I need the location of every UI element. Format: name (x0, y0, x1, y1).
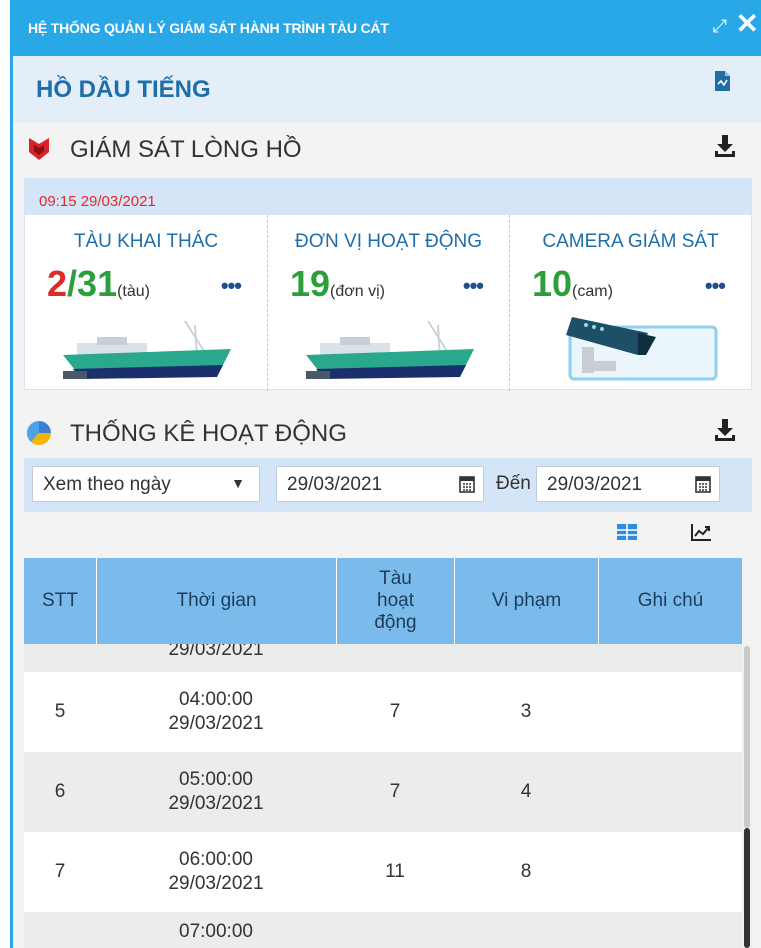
cell-time: 04:00:00 29/03/2021 (96, 672, 336, 752)
stat-title: CAMERA GIÁM SÁT (542, 231, 719, 252)
calendar-icon[interactable] (695, 475, 711, 493)
more-options-button[interactable]: ••• (705, 273, 726, 299)
cell-active-vessels: 7 (389, 701, 401, 722)
table-row[interactable]: 8 07:00:00 10 7 (24, 912, 742, 948)
window-titlebar: HỆ THỐNG QUẢN LÝ GIÁM SÁT HÀNH TRÌNH TÀU… (10, 0, 761, 56)
monitoring-card: 09:15 29/03/2021 TÀU KHAI THÁC 2/31(tàu)… (24, 178, 752, 391)
cell-stt: 6 (54, 781, 66, 802)
more-options-button[interactable]: ••• (463, 273, 484, 299)
cell-time-clock: 05:00:00 (179, 769, 253, 790)
stat-value: 2/31(tàu) (47, 263, 150, 305)
more-options-button[interactable]: ••• (221, 273, 242, 299)
stat-unit: (đơn vị) (330, 283, 385, 300)
cell-time: 06:00:00 29/03/2021 (96, 832, 336, 912)
view-mode-select[interactable]: Xem theo ngày ▼ (32, 466, 260, 502)
cell-notes (598, 752, 742, 832)
table-row[interactable]: 5 04:00:00 29/03/2021 7 3 (24, 672, 742, 752)
cell-time-clock: 06:00:00 (179, 849, 253, 870)
stat-unit: (cam) (572, 283, 613, 300)
cell-active-vessels: 11 (385, 861, 405, 882)
stat-value: 10(cam) (532, 263, 613, 305)
download-icon[interactable] (714, 134, 736, 158)
column-header-active-vessels[interactable]: Tàu hoạt động (336, 558, 454, 644)
expand-icon[interactable]: ⤢ (713, 16, 727, 37)
from-date-value: 29/03/2021 (287, 474, 383, 495)
column-header-violations[interactable]: Vi phạm (454, 558, 598, 644)
cell-violations: 4 (520, 781, 532, 802)
stat-value: 19(đơn vị) (290, 263, 385, 305)
monitoring-section-header: GIÁM SÁT LÒNG HỒ (26, 128, 736, 168)
table-view-icon[interactable] (616, 522, 638, 542)
stat-cameras: CAMERA GIÁM SÁT 10(cam) ••• (509, 215, 751, 391)
to-date-input[interactable]: 29/03/2021 (536, 466, 720, 502)
shield-icon (29, 138, 49, 160)
from-date-input[interactable]: 29/03/2021 (276, 466, 484, 502)
column-header-stt[interactable]: STT (24, 558, 96, 644)
download-icon[interactable] (714, 418, 736, 442)
scrollbar-track-upper (744, 646, 750, 828)
active-vessel-count: 2 (47, 263, 68, 304)
cell-time-date: 29/03/2021 (168, 873, 264, 894)
column-header-time[interactable]: Thời gian (96, 558, 336, 644)
cell-stt: 5 (54, 701, 66, 722)
scrollbar-thumb[interactable] (744, 828, 750, 948)
cell-violations: 8 (520, 861, 532, 882)
active-unit-count: 19 (290, 263, 331, 304)
stat-mining-vessels: TÀU KHAI THÁC 2/31(tàu) ••• (25, 215, 267, 391)
cell-notes (598, 832, 742, 912)
camera-count: 10 (532, 263, 573, 304)
to-date-label: Đến (496, 473, 531, 494)
cell-active-vessels: 7 (389, 781, 401, 802)
ship-illustration (306, 320, 474, 379)
chart-view-icon[interactable] (690, 522, 712, 542)
table-row[interactable]: 7 06:00:00 29/03/2021 11 8 (24, 832, 742, 912)
statistics-section-header: THỐNG KÊ HOẠT ĐỘNG (26, 412, 736, 452)
calendar-icon[interactable] (459, 475, 475, 493)
cell-violations: 3 (520, 701, 532, 722)
total-vessel-count: 31 (77, 263, 118, 304)
chevron-down-icon: ▼ (231, 475, 245, 491)
window-title: HỆ THỐNG QUẢN LÝ GIÁM SÁT HÀNH TRÌNH TÀU… (28, 20, 389, 36)
stat-title: TÀU KHAI THÁC (73, 231, 219, 252)
value-separator: / (67, 263, 78, 304)
document-icon[interactable] (713, 70, 731, 92)
cell-time-date: 29/03/2021 (168, 713, 264, 734)
cell-notes (598, 672, 742, 752)
lake-header: HỒ DẦU TIẾNG (13, 56, 761, 122)
stat-title: ĐƠN VỊ HOẠT ĐỘNG (295, 231, 482, 252)
table-row[interactable]: 29/03/2021 (24, 644, 742, 672)
monitoring-timestamp: 09:15 29/03/2021 (39, 193, 156, 210)
cell-stt: 8 (24, 912, 96, 948)
close-icon[interactable]: ✕ (736, 10, 759, 38)
view-mode-value: Xem theo ngày (43, 474, 171, 495)
table-row[interactable]: 6 05:00:00 29/03/2021 7 4 (24, 752, 742, 832)
cell-active-vessels: 10 (336, 912, 454, 948)
table-body[interactable]: 29/03/2021 5 04:00:00 29/03/2021 7 3 6 0… (24, 644, 742, 948)
pie-chart-icon (26, 420, 52, 446)
cell-violations: 7 (454, 912, 598, 948)
statistics-section-title: THỐNG KÊ HOẠT ĐỘNG (70, 420, 347, 447)
cell-notes (598, 912, 742, 948)
cell-stt: 7 (54, 861, 66, 882)
cell-time: 05:00:00 29/03/2021 (96, 752, 336, 832)
to-date-value: 29/03/2021 (547, 474, 643, 495)
monitoring-section-title: GIÁM SÁT LÒNG HỒ (70, 136, 302, 163)
camera-illustration (566, 317, 718, 381)
timestamp-strip: 09:15 29/03/2021 (25, 179, 751, 215)
cell-time-date: 29/03/2021 (168, 793, 264, 814)
ship-illustration (63, 320, 231, 379)
stat-active-units: ĐƠN VỊ HOẠT ĐỘNG 19(đơn vị) ••• (267, 215, 509, 391)
cell-time: 07:00:00 (96, 912, 336, 948)
cell-time: 29/03/2021 (168, 644, 264, 660)
column-header-notes[interactable]: Ghi chú (598, 558, 742, 644)
cell-time-clock: 04:00:00 (179, 689, 253, 710)
lake-name: HỒ DẦU TIẾNG (36, 76, 211, 103)
cell-time-clock: 07:00:00 (179, 921, 253, 942)
stat-unit: (tàu) (117, 283, 150, 300)
filter-bar: Xem theo ngày ▼ 29/03/2021 Đến 29/03/202… (24, 458, 752, 512)
table-header: STT Thời gian Tàu hoạt động Vi phạm Ghi … (24, 558, 742, 644)
